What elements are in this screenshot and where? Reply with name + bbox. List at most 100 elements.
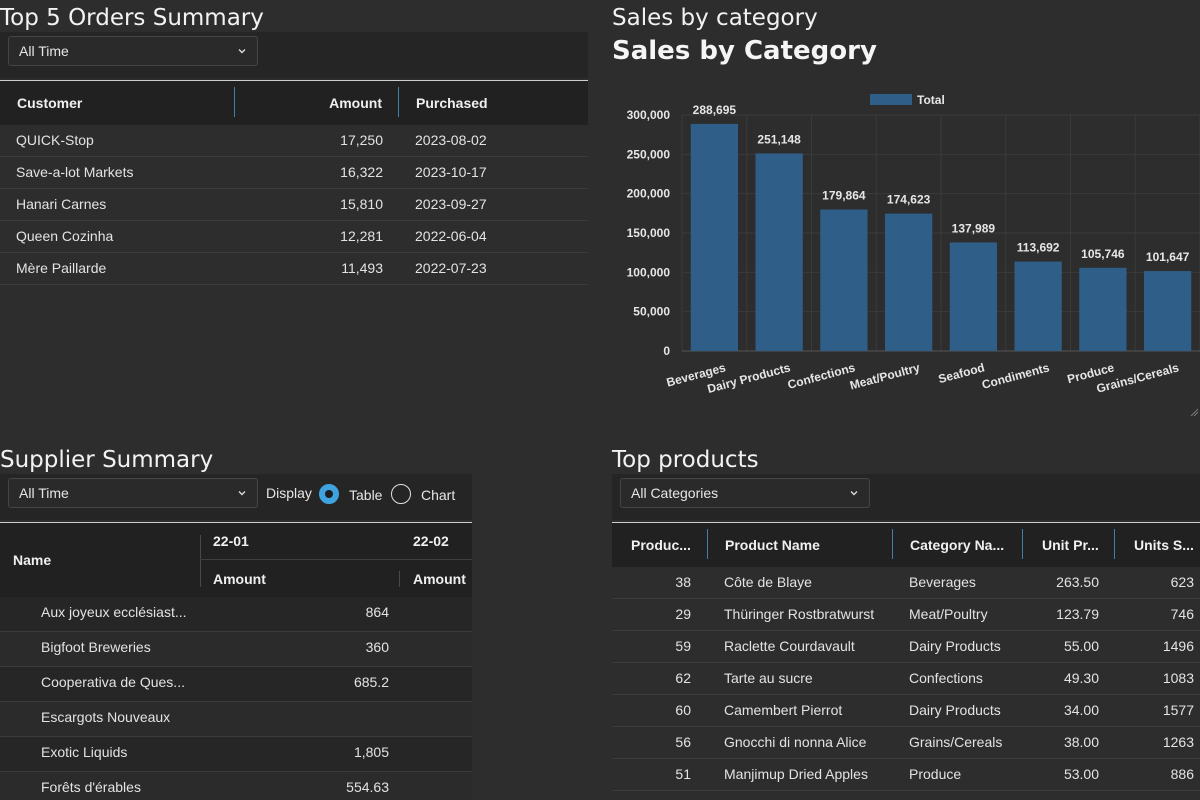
table-row[interactable]: 51 Manjimup Dried Apples Produce 53.00 886 (612, 759, 1200, 791)
supplier-grid-header: Name 22-01 22-02 Amount Amount (0, 522, 472, 597)
unit-price-cell: 49.30 (1063, 670, 1099, 686)
product-id-cell: 59 (675, 638, 691, 654)
column-separator[interactable] (707, 529, 708, 559)
table-row[interactable]: Aux joyeux ecclésiast... 864 (0, 597, 472, 632)
purchased-cell: 2023-08-02 (415, 132, 487, 148)
bar[interactable] (1079, 267, 1127, 351)
customer-cell: Hanari Carnes (16, 196, 107, 212)
supplier-name-cell: Forêts d'érables (41, 779, 141, 795)
display-label: Display (266, 485, 312, 501)
table-row[interactable]: Bigfoot Breweries 360 (0, 632, 472, 667)
product-name-cell: Tarte au sucre (724, 670, 813, 686)
x-tick-label: Seafood (937, 360, 986, 386)
column-header-units-sold[interactable]: Units S... (1134, 523, 1200, 567)
category-cell: Produce (909, 766, 962, 782)
legend-swatch (870, 94, 912, 105)
supplier-time-filter[interactable]: All Time (8, 478, 258, 508)
amount-22-01-cell (213, 702, 389, 733)
bar-value-label: 137,989 (952, 221, 996, 235)
column-header-name[interactable]: Name (13, 523, 193, 597)
bar[interactable] (690, 123, 739, 351)
chevron-down-icon (850, 491, 858, 496)
column-header-product-name[interactable]: Product Name (725, 523, 885, 567)
amount-cell: 16,322 (340, 164, 383, 180)
column-header-amount[interactable]: Amount (240, 81, 382, 125)
column-header-unit-price[interactable]: Unit Pr... (1042, 523, 1112, 567)
subheader-amount-22-01[interactable]: Amount (213, 561, 333, 597)
sales-chart[interactable]: 0 50,000 100,000 150,000 200,000 250,000 300,0… (612, 0, 1200, 420)
amount-22-01-cell: 864 (365, 604, 389, 620)
supplier-name-cell: Cooperativa de Ques... (41, 674, 185, 690)
column-separator[interactable] (892, 529, 893, 559)
bar[interactable] (884, 213, 933, 351)
period-divider (200, 559, 472, 560)
display-table-label[interactable]: Table (349, 487, 382, 503)
sales-panel: Sales by category Sales by Category 0 50,… (612, 0, 1200, 420)
column-separator[interactable] (200, 535, 201, 587)
resize-grip-icon[interactable] (1190, 408, 1199, 417)
column-separator[interactable] (1022, 529, 1023, 559)
table-row[interactable]: 29 Thüringer Rostbratwurst Meat/Poultry 123… (612, 599, 1200, 631)
table-row[interactable]: Save-a-lot Markets 16,322 2023-10-17 (0, 157, 588, 189)
units-sold-cell: 1496 (1162, 638, 1194, 654)
table-row[interactable]: Hanari Carnes 15,810 2023-09-27 (0, 189, 588, 221)
subheader-amount-22-02[interactable]: Amount (413, 561, 472, 597)
table-row[interactable]: 56 Gnocchi di nonna Alice Grains/Cereals 38… (612, 727, 1200, 759)
bar-value-label: 179,864 (822, 189, 866, 203)
amount-cell: 12,281 (340, 228, 383, 244)
column-separator[interactable] (399, 571, 400, 587)
y-tick-label: 150,000 (627, 226, 671, 240)
supplier-name-cell: Aux joyeux ecclésiast... (41, 604, 187, 620)
table-row[interactable]: Escargots Nouveaux (0, 702, 472, 737)
column-separator[interactable] (234, 87, 235, 117)
table-row[interactable]: Exotic Liquids 1,805 (0, 737, 472, 772)
customer-cell: QUICK-Stop (16, 132, 94, 148)
column-separator[interactable] (398, 87, 399, 117)
display-chart-label[interactable]: Chart (421, 487, 455, 503)
legend-label: Total (917, 93, 945, 107)
display-chart-radio[interactable] (391, 484, 411, 504)
orders-time-filter-value: All Time (19, 43, 69, 59)
column-header-category-name[interactable]: Category Na... (910, 523, 1020, 567)
orders-grid: Customer Amount Purchased QUICK-Stop 17,2… (0, 80, 588, 290)
display-table-radio[interactable] (319, 484, 339, 504)
unit-price-cell: 123.79 (1056, 606, 1099, 622)
table-row[interactable]: Queen Cozinha 12,281 2022-06-04 (0, 221, 588, 253)
table-row[interactable]: Mère Paillarde 11,493 2022-07-23 (0, 253, 588, 285)
table-row[interactable]: 59 Raclette Courdavault Dairy Products 55.0… (612, 631, 1200, 663)
orders-title: Top 5 Orders Summary (0, 5, 264, 31)
bar[interactable] (949, 242, 998, 351)
amount-22-01-cell: 554.63 (346, 779, 389, 795)
bar[interactable] (755, 153, 803, 351)
unit-price-cell: 34.00 (1063, 702, 1099, 718)
table-row[interactable]: 38 Côte de Blaye Beverages 263.50 623 (612, 567, 1200, 599)
column-header-customer[interactable]: Customer (17, 81, 217, 125)
amount-cell: 17,250 (340, 132, 383, 148)
bar-value-label: 251,148 (757, 132, 801, 146)
product-name-cell: Raclette Courdavault (724, 638, 855, 654)
table-row[interactable]: 62 Tarte au sucre Confections 49.30 1083 (612, 663, 1200, 695)
orders-time-filter[interactable]: All Time (8, 36, 258, 66)
bar[interactable] (1014, 261, 1062, 351)
table-row[interactable]: QUICK-Stop 17,250 2023-08-02 (0, 125, 588, 157)
amount-22-01-cell: 685.2 (353, 674, 389, 690)
table-row[interactable]: 60 Camembert Pierrot Dairy Products 34.00 15… (612, 695, 1200, 727)
bar[interactable] (1143, 271, 1192, 351)
units-sold-cell: 746 (1170, 606, 1194, 622)
products-category-filter[interactable]: All Categories (620, 478, 870, 508)
y-tick-label: 300,000 (627, 108, 671, 122)
column-header-purchased[interactable]: Purchased (416, 81, 566, 125)
period-header-22-01[interactable]: 22-01 (213, 523, 363, 559)
supplier-pivot-grid: Name 22-01 22-02 Amount Amount Aux joyeu… (0, 522, 472, 800)
product-name-cell: Côte de Blaye (724, 574, 812, 590)
table-row[interactable]: Forêts d'érables 554.63 (0, 772, 472, 800)
bar[interactable] (820, 209, 868, 351)
orders-grid-header: Customer Amount Purchased (0, 80, 588, 125)
table-row[interactable]: Cooperativa de Ques... 685.2 (0, 667, 472, 702)
y-tick-label: 0 (663, 344, 670, 358)
column-separator[interactable] (1114, 529, 1115, 559)
period-header-22-02[interactable]: 22-02 (413, 523, 472, 559)
products-panel: Top products All Categories Produc... Pr… (612, 440, 1200, 800)
column-header-product-id[interactable]: Produc... (631, 523, 707, 567)
units-sold-cell: 886 (1170, 766, 1194, 782)
